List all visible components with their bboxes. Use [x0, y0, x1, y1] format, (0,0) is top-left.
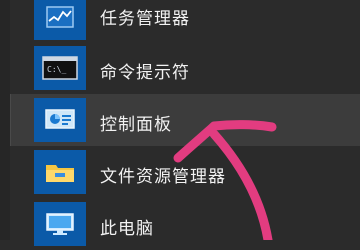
annotation-arrow-icon	[173, 120, 277, 240]
